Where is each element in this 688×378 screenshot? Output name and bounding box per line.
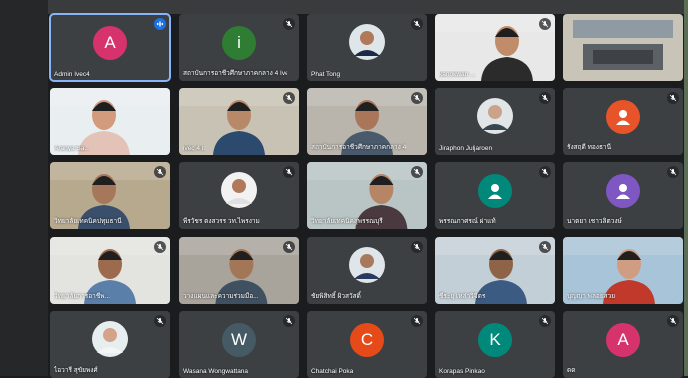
muted-mic-icon	[411, 241, 423, 253]
participant-name: ชัยพิสิทธิ์ ผิวสวัสดิ์	[311, 293, 361, 300]
person-icon	[616, 184, 630, 199]
participant-tile[interactable]: ไอวารี สุขัยพงศ์	[50, 311, 170, 378]
participant-name: วิทยาลัยเทคนิคสุพรรณบุรี	[311, 218, 383, 225]
muted-mic-icon	[154, 241, 166, 253]
participant-name: ดด	[567, 367, 576, 374]
participant-tile[interactable]	[563, 14, 683, 81]
participant-name: Chatchai Poka	[311, 368, 354, 375]
participant-name: Aranya Sa...	[54, 145, 90, 152]
avatar	[478, 174, 512, 208]
person-icon	[616, 110, 630, 125]
participant-tile[interactable]: รังสฤดี ทองธานี	[563, 88, 683, 155]
participant-tile[interactable]: W Wasana Wongwattana	[179, 311, 299, 378]
muted-mic-icon	[154, 166, 166, 178]
participant-name: Korapas Pinkao	[439, 368, 485, 375]
participant-tile[interactable]: บุญญา พลอยสวย	[563, 237, 683, 304]
muted-mic-icon	[539, 92, 551, 104]
participant-tile[interactable]: Aranya Sa...	[50, 88, 170, 155]
avatar: i	[222, 26, 256, 60]
participant-tile[interactable]: พรรณภาศรณ์ ผ่าแท้	[435, 162, 555, 229]
participant-name: พีรวัชร ตงสวรร วท.ไพรงาม	[183, 218, 260, 225]
avatar: K	[478, 323, 512, 357]
muted-mic-icon	[283, 315, 295, 327]
participant-name: นาตยา เชาวลิตวงษ์	[567, 218, 622, 225]
right-bezel	[684, 0, 688, 376]
muted-mic-icon	[283, 92, 295, 104]
participant-tile[interactable]: ivec 4 it	[179, 88, 299, 155]
participant-tile[interactable]: วางแผนและความร่วมมือ...	[179, 237, 299, 304]
participant-name: ไอวารี สุขัยพงศ์	[54, 367, 98, 374]
participant-tile[interactable]: วิทยาลัยการอาชีพ...	[50, 237, 170, 304]
participant-name: Admin Ivec4	[54, 71, 90, 78]
participant-name: Phat Tong	[311, 71, 341, 78]
video-feed	[563, 14, 683, 81]
muted-mic-icon	[154, 315, 166, 327]
muted-mic-icon	[539, 241, 551, 253]
participant-name: ivec 4 it	[183, 145, 206, 152]
muted-mic-icon	[539, 18, 551, 30]
avatar	[606, 174, 640, 208]
participant-tile[interactable]: A Admin Ivec4	[49, 13, 171, 82]
participant-name: kanokwan ...	[439, 71, 476, 78]
participant-tile[interactable]: kanokwan ...	[435, 14, 555, 81]
participant-tile[interactable]: วิทยาลัยเทคนิคสุพรรณบุรี	[307, 162, 427, 229]
muted-mic-icon	[539, 166, 551, 178]
participant-name: Jiraphon Juljaroen	[439, 145, 493, 152]
speaking-indicator-icon	[154, 18, 166, 30]
avatar	[606, 100, 640, 134]
muted-mic-icon	[539, 315, 551, 327]
muted-mic-icon	[667, 166, 679, 178]
participant-name: บุญญา พลอยสวย	[567, 293, 616, 300]
participant-name: พรรณภาศรณ์ ผ่าแท้	[439, 218, 496, 225]
participant-tile[interactable]: C Chatchai Poka	[307, 311, 427, 378]
participant-tile[interactable]: K Korapas Pinkao	[435, 311, 555, 378]
muted-mic-icon	[411, 166, 423, 178]
participant-tile[interactable]: พีรวัชร ตงสวรร วท.ไพรงาม	[179, 162, 299, 229]
muted-mic-icon	[283, 166, 295, 178]
participant-name: สถาบันการอาชีวศึกษาภาคกลาง 4	[311, 144, 407, 151]
avatar: A	[606, 323, 640, 357]
participant-tile[interactable]: A ดด	[563, 311, 683, 378]
muted-mic-icon	[411, 18, 423, 30]
top-bezel	[0, 0, 688, 14]
avatar: C	[350, 323, 384, 357]
participant-tile[interactable]: Phat Tong	[307, 14, 427, 81]
avatar: A	[93, 26, 127, 60]
participant-name: Wasana Wongwattana	[183, 368, 249, 375]
participant-tile[interactable]: ชีระยุ เหล่าวิจิตร	[435, 237, 555, 304]
participant-name: ชีระยุ เหล่าวิจิตร	[439, 293, 486, 300]
participant-name: รังสฤดี ทองธานี	[567, 144, 612, 151]
muted-mic-icon	[411, 315, 423, 327]
muted-mic-icon	[283, 18, 295, 30]
participant-tile[interactable]: Jiraphon Juljaroen	[435, 88, 555, 155]
participant-name: วิทยาลัยเทคนิคปทุมธานี	[54, 218, 122, 225]
participant-tile[interactable]: i สถาบันการอาชีวศึกษาภาคกลาง 4 Ive...	[179, 14, 299, 81]
participant-tile[interactable]: สถาบันการอาชีวศึกษาภาคกลาง 4	[307, 88, 427, 155]
participant-name: วางแผนและความร่วมมือ...	[183, 293, 259, 300]
muted-mic-icon	[283, 241, 295, 253]
participant-tile[interactable]: ชัยพิสิทธิ์ ผิวสวัสดิ์	[307, 237, 427, 304]
left-margin	[0, 0, 48, 376]
muted-mic-icon	[667, 315, 679, 327]
participant-name: วิทยาลัยการอาชีพ...	[54, 293, 110, 300]
person-icon	[488, 184, 502, 199]
participant-tile[interactable]: นาตยา เชาวลิตวงษ์	[563, 162, 683, 229]
muted-mic-icon	[667, 92, 679, 104]
participant-name: สถาบันการอาชีวศึกษาภาคกลาง 4 Ive...	[183, 70, 287, 77]
participant-tile[interactable]: วิทยาลัยเทคนิคปทุมธานี	[50, 162, 170, 229]
muted-mic-icon	[411, 92, 423, 104]
avatar: W	[222, 323, 256, 357]
